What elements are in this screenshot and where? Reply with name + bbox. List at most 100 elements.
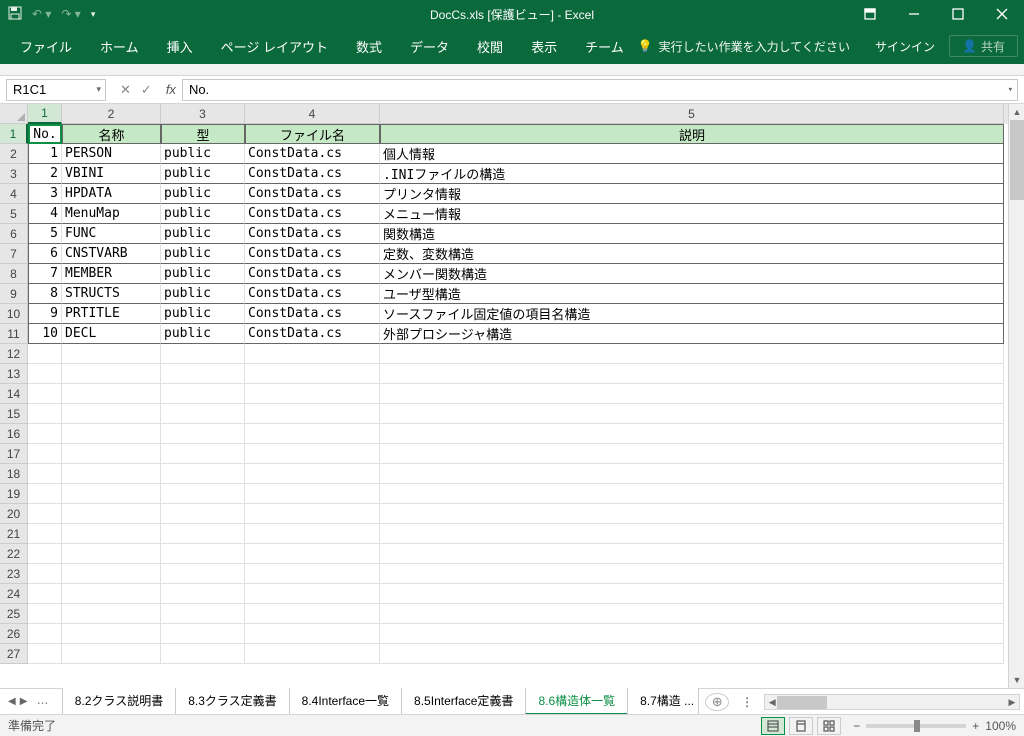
cell[interactable]: No. <box>28 124 62 144</box>
cell[interactable] <box>28 624 62 644</box>
cell[interactable] <box>380 464 1004 484</box>
cell[interactable] <box>62 404 161 424</box>
row-header[interactable]: 25 <box>0 604 28 624</box>
cell[interactable]: public <box>161 284 245 304</box>
row-header[interactable]: 27 <box>0 644 28 664</box>
cell[interactable] <box>161 644 245 664</box>
row-header[interactable]: 11 <box>0 324 28 344</box>
sheet-tab[interactable]: 8.6構造体一覧 <box>525 688 628 715</box>
cell[interactable] <box>28 444 62 464</box>
cell[interactable]: FUNC <box>62 224 161 244</box>
cell[interactable] <box>28 504 62 524</box>
cell[interactable]: ConstData.cs <box>245 204 380 224</box>
cell[interactable]: public <box>161 304 245 324</box>
formula-input[interactable]: No. <box>182 79 1018 101</box>
cell[interactable]: ソースファイル固定値の項目名構造 <box>380 304 1004 324</box>
cell[interactable] <box>245 404 380 424</box>
cell[interactable]: 10 <box>28 324 62 344</box>
cell[interactable] <box>380 424 1004 444</box>
row-header[interactable]: 16 <box>0 424 28 444</box>
cell[interactable] <box>28 584 62 604</box>
cell[interactable]: 7 <box>28 264 62 284</box>
row-header[interactable]: 17 <box>0 444 28 464</box>
row-header[interactable]: 3 <box>0 164 28 184</box>
cell[interactable] <box>161 344 245 364</box>
cell[interactable] <box>161 604 245 624</box>
row-header[interactable]: 23 <box>0 564 28 584</box>
save-icon[interactable] <box>8 6 22 23</box>
cell[interactable] <box>161 424 245 444</box>
enter-formula-icon[interactable]: ✓ <box>141 82 152 98</box>
cell[interactable] <box>380 444 1004 464</box>
sheet-tab[interactable]: 8.3クラス定義書 <box>175 688 289 715</box>
row-header[interactable]: 22 <box>0 544 28 564</box>
vertical-scrollbar[interactable]: ▲ ▼ <box>1008 104 1024 688</box>
row-header[interactable]: 15 <box>0 404 28 424</box>
sheet-tab[interactable]: 8.2クラス説明書 <box>62 688 176 715</box>
row-header[interactable]: 10 <box>0 304 28 324</box>
cell[interactable]: 名称 <box>62 124 161 144</box>
scrollbar-thumb[interactable] <box>1010 120 1024 200</box>
cell[interactable]: public <box>161 264 245 284</box>
column-header[interactable]: 5 <box>380 104 1004 124</box>
cell[interactable] <box>161 544 245 564</box>
row-header[interactable]: 9 <box>0 284 28 304</box>
cell[interactable] <box>245 604 380 624</box>
scroll-up-icon[interactable]: ▲ <box>1009 104 1024 120</box>
cell[interactable] <box>161 564 245 584</box>
cell[interactable]: 個人情報 <box>380 144 1004 164</box>
cell[interactable]: ConstData.cs <box>245 144 380 164</box>
view-pagelayout-icon[interactable] <box>789 717 813 735</box>
row-header[interactable]: 7 <box>0 244 28 264</box>
cell[interactable] <box>380 624 1004 644</box>
cell[interactable]: ユーザ型構造 <box>380 284 1004 304</box>
scrollbar-thumb[interactable] <box>777 696 827 709</box>
cell[interactable] <box>62 564 161 584</box>
cell[interactable]: public <box>161 224 245 244</box>
cell[interactable] <box>62 504 161 524</box>
cell[interactable]: 4 <box>28 204 62 224</box>
maximize-icon[interactable] <box>936 0 980 28</box>
cell[interactable]: public <box>161 184 245 204</box>
cell[interactable] <box>28 384 62 404</box>
cell[interactable] <box>62 344 161 364</box>
tab-team[interactable]: チーム <box>571 28 638 64</box>
tab-overflow-left[interactable]: ... <box>31 696 54 707</box>
cell[interactable] <box>245 444 380 464</box>
cell[interactable] <box>62 604 161 624</box>
cell[interactable]: メンバー関数構造 <box>380 264 1004 284</box>
cell[interactable] <box>28 424 62 444</box>
cell[interactable] <box>62 464 161 484</box>
cell[interactable]: メニュー情報 <box>380 204 1004 224</box>
cell[interactable]: ConstData.cs <box>245 184 380 204</box>
tab-file[interactable]: ファイル <box>6 28 86 64</box>
cell[interactable] <box>380 504 1004 524</box>
cell[interactable] <box>380 344 1004 364</box>
cell[interactable] <box>380 544 1004 564</box>
cell[interactable] <box>245 544 380 564</box>
zoom-in-button[interactable]: + <box>972 719 979 733</box>
cell[interactable]: public <box>161 324 245 344</box>
cell[interactable]: ConstData.cs <box>245 164 380 184</box>
signin-link[interactable]: サインイン <box>861 38 949 55</box>
scroll-down-icon[interactable]: ▼ <box>1009 672 1024 688</box>
cell[interactable] <box>245 584 380 604</box>
cell[interactable] <box>380 404 1004 424</box>
tell-me-search[interactable]: 💡 実行したい作業を入力してください <box>638 38 850 55</box>
cell[interactable] <box>380 384 1004 404</box>
cell[interactable]: 外部プロシージャ構造 <box>380 324 1004 344</box>
cell[interactable]: ConstData.cs <box>245 324 380 344</box>
cell[interactable] <box>28 544 62 564</box>
cell[interactable] <box>62 384 161 404</box>
scroll-right-icon[interactable]: ▶ <box>1005 695 1019 711</box>
sheet-tab[interactable]: 8.7構造 ... <box>627 688 699 715</box>
tab-scroll-left-icon[interactable]: ◀ <box>8 696 16 707</box>
cell[interactable] <box>62 624 161 644</box>
select-all-cells[interactable] <box>0 104 28 124</box>
cell[interactable] <box>380 484 1004 504</box>
view-pagebreak-icon[interactable] <box>817 717 841 735</box>
cancel-formula-icon[interactable]: ✕ <box>120 82 131 98</box>
cell[interactable] <box>62 524 161 544</box>
cell[interactable]: public <box>161 144 245 164</box>
cell[interactable]: public <box>161 164 245 184</box>
